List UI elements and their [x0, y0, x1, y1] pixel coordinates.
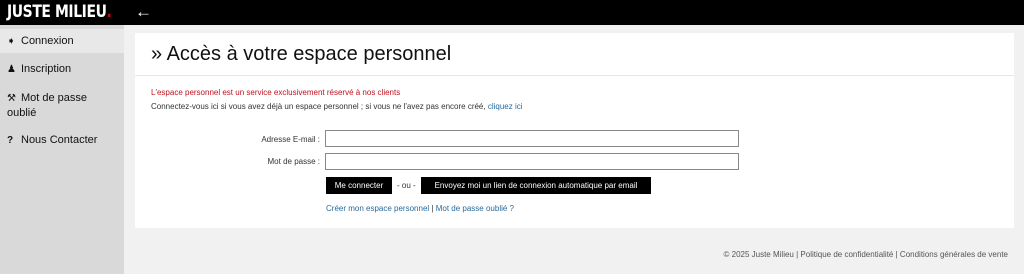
or-separator: - ou -	[397, 181, 416, 190]
email-field[interactable]	[325, 130, 739, 147]
sidebar: ➧ Connexion ♟ Inscription ⚒ Mot de passe ou…	[0, 25, 124, 274]
sidebar-item-label: Connexion	[21, 35, 74, 47]
sidebar-item-label: Mot de passe	[21, 92, 88, 104]
footer-separator: |	[895, 250, 898, 259]
footer: © 2025 Juste Milieu | Politique de confi…	[724, 250, 1009, 259]
sidebar-item-mot-de-passe-oublie[interactable]: ⚒ Mot de passe oublié	[0, 91, 124, 120]
top-bar: JUSTE MILIEU. ←	[0, 0, 1024, 25]
site-logo[interactable]: JUSTE MILIEU.	[7, 0, 112, 25]
terms-link[interactable]: Conditions générales de vente	[900, 250, 1008, 259]
divider	[135, 75, 1014, 76]
footer-separator: |	[796, 250, 799, 259]
create-account-link-bottom[interactable]: Créer mon espace personnel	[326, 204, 429, 213]
arrow-left-icon[interactable]: ←	[135, 2, 152, 22]
sidebar-item-connexion[interactable]: ➧ Connexion	[0, 29, 124, 53]
password-label: Mot de passe :	[267, 157, 320, 166]
account-links: Créer mon espace personnel | Mot de pass…	[326, 204, 514, 213]
email-label: Adresse E-mail :	[261, 135, 320, 144]
forgot-password-link[interactable]: Mot de passe oublié ?	[436, 204, 514, 213]
password-field[interactable]	[325, 153, 739, 170]
link-separator: |	[431, 204, 434, 213]
login-icon: ➧	[7, 36, 16, 47]
key-icon: ⚒	[7, 93, 16, 104]
sidebar-item-nous-contacter[interactable]: ? Nous Contacter	[0, 133, 124, 148]
sidebar-item-label-line2: oublié	[7, 107, 37, 119]
login-instructions: Connectez-vous ici si vous avez déjà un …	[151, 102, 523, 111]
login-button[interactable]: Me connecter	[326, 177, 392, 194]
create-account-link[interactable]: cliquez ici	[488, 102, 523, 111]
sidebar-item-label: Inscription	[21, 63, 72, 75]
user-icon: ♟	[7, 64, 16, 75]
send-magic-link-button[interactable]: Envoyez moi un lien de connexion automat…	[421, 177, 651, 194]
login-panel: » Accès à votre espace personnel L'espac…	[135, 33, 1014, 228]
copyright-text: © 2025 Juste Milieu	[723, 250, 794, 259]
clients-only-notice: L'espace personnel est un service exclus…	[151, 88, 401, 97]
sidebar-item-label: Nous Contacter	[21, 134, 98, 146]
page-title: » Accès à votre espace personnel	[151, 43, 452, 65]
privacy-policy-link[interactable]: Politique de confidentialité	[800, 250, 893, 259]
question-icon: ?	[7, 135, 14, 146]
sidebar-item-inscription[interactable]: ♟ Inscription	[0, 62, 124, 77]
